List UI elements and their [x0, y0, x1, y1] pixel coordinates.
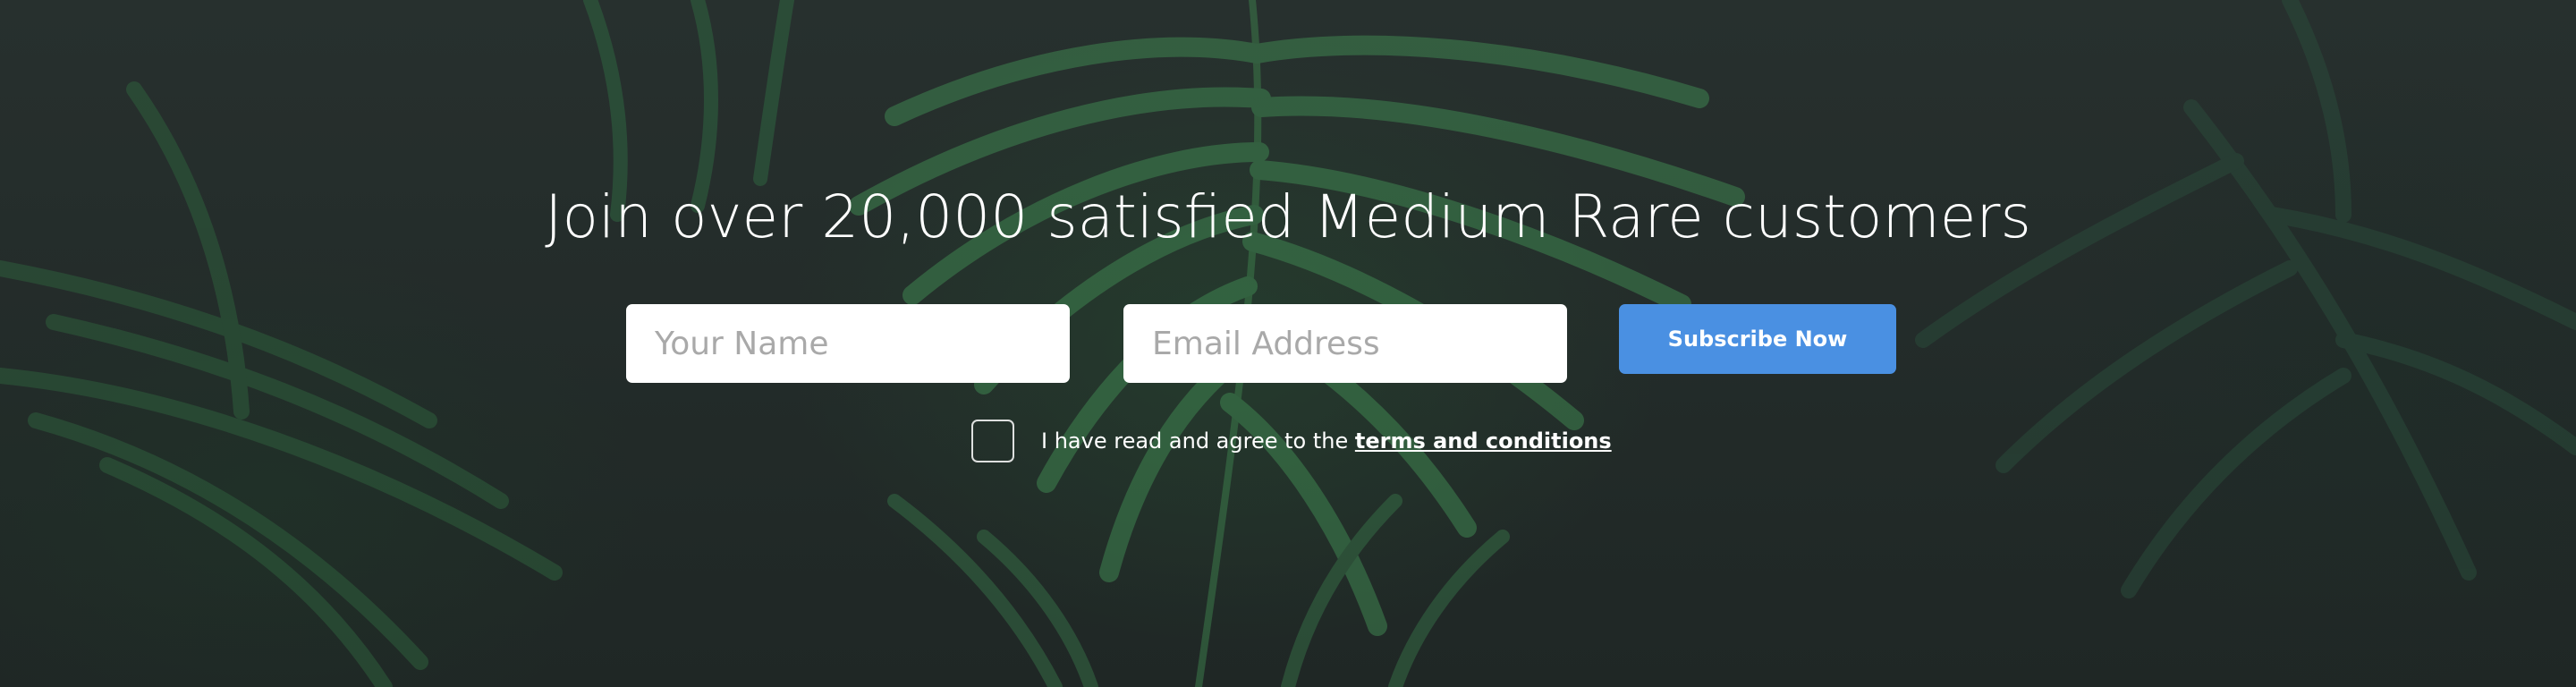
email-input[interactable]	[1123, 304, 1567, 383]
terms-agreement-row: I have read and agree to the terms and c…	[971, 417, 1612, 465]
terms-link[interactable]: terms and conditions	[1355, 428, 1612, 454]
terms-label: I have read and agree to the terms and c…	[1041, 428, 1612, 454]
subscribe-panel: Join over 20,000 satisfied Medium Rare c…	[0, 0, 2576, 687]
subscribe-button[interactable]: Subscribe Now	[1619, 304, 1896, 374]
terms-label-prefix: I have read and agree to the	[1041, 428, 1355, 454]
page-title: Join over 20,000 satisfied Medium Rare c…	[545, 182, 2031, 251]
terms-checkbox[interactable]	[971, 420, 1014, 462]
name-input[interactable]	[626, 304, 1070, 383]
hero-section: Join over 20,000 satisfied Medium Rare c…	[0, 0, 2576, 687]
